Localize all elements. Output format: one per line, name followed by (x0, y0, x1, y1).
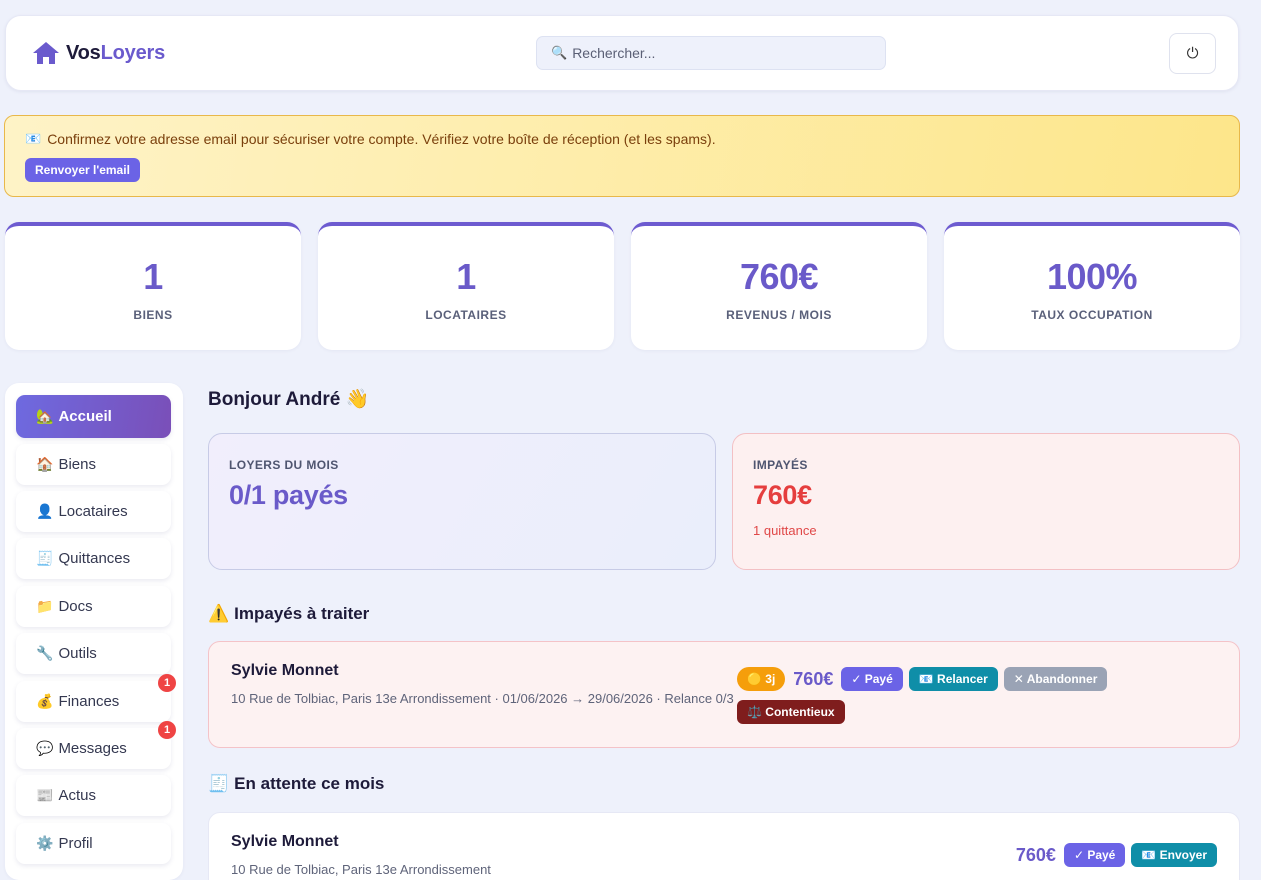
notification-badge: 1 (158, 674, 176, 692)
notification-badge: 1 (158, 721, 176, 739)
sidebar-item-messages[interactable]: 💬 Messages 1 (16, 721, 176, 769)
sidebar-item-label: Outils (58, 645, 97, 662)
banner-message: 📧 Confirmez votre adresse email pour séc… (25, 131, 1219, 147)
abandon-button[interactable]: ✕ Abandonner (1003, 667, 1108, 691)
search-input[interactable] (572, 45, 873, 61)
unpaid-row: Sylvie Monnet 10 Rue de Tolbiac, Paris 1… (208, 641, 1240, 748)
sidebar-item-locataires[interactable]: 👤 Locataires (16, 491, 171, 532)
send-button[interactable]: 📧 Envoyer (1131, 843, 1217, 867)
row-amount: 760€ (793, 668, 834, 689)
logo-text: VosLoyers (66, 41, 165, 64)
card-label: IMPAYÉS (753, 458, 808, 472)
unpaid-actions: 🟡 3j 760€ ✓ Payé 📧 Relancer ✕ Abandonner (737, 667, 1108, 691)
email-icon: 📧 (25, 131, 42, 146)
sidebar-item-profil[interactable]: ⚙️ Profil (16, 823, 171, 864)
pending-actions: 760€ ✓ Payé 📧 Envoyer (1014, 843, 1217, 867)
greeting-title: Bonjour André 👋 (208, 389, 370, 410)
banner-text: Confirmez votre adresse email pour sécur… (47, 131, 716, 147)
warning-icon: ⚠️ (208, 604, 230, 623)
card-value: 0/1 payés (229, 480, 348, 510)
stat-card-biens: 1 BIENS (5, 222, 301, 350)
speech-bubble-icon: 💬 (36, 740, 54, 756)
dispute-actions: ⚖️ Contentieux (737, 700, 845, 724)
sidebar-item-actus[interactable]: 📰 Actus (16, 775, 171, 816)
newspaper-icon: 📰 (36, 787, 54, 803)
mark-paid-button[interactable]: ✓ Payé (1063, 843, 1126, 867)
sidebar-item-label: Finances (58, 693, 120, 710)
sidebar-item-biens[interactable]: 🏠 Biens (16, 444, 171, 485)
tenant-meta: 10 Rue de Tolbiac, Paris 13e Arrondissem… (231, 862, 491, 877)
search-icon: 🔍 (551, 45, 568, 60)
stat-label: TAUX OCCUPATION (1031, 308, 1153, 322)
sidebar-nav: 🏡 Accueil 🏠 Biens 👤 Locataires 🧾 Quittan… (5, 383, 183, 880)
receipt-icon: 🧾 (208, 774, 230, 793)
row-amount: 760€ (1015, 844, 1056, 865)
stat-label: BIENS (133, 308, 173, 322)
stat-value: 1 (143, 256, 163, 297)
house-icon: 🏠 (36, 456, 54, 472)
stat-value: 100% (1046, 256, 1138, 297)
stat-card-locataires: 1 LOCATAIRES (318, 222, 614, 350)
card-value: 760€ (753, 480, 812, 510)
pending-row: Sylvie Monnet 10 Rue de Tolbiac, Paris 1… (208, 812, 1240, 880)
sidebar-item-label: Actus (58, 787, 96, 804)
mark-paid-button[interactable]: ✓ Payé (841, 667, 903, 691)
user-icon: 👤 (36, 503, 54, 519)
section-title-text: En attente ce mois (234, 774, 385, 793)
gear-icon: ⚙️ (36, 835, 54, 851)
top-header: VosLoyers 🔍 ⏻ (5, 15, 1239, 91)
sidebar-item-label: Biens (58, 456, 96, 473)
sidebar-item-label: Messages (58, 740, 127, 757)
tenant-meta: 10 Rue de Tolbiac, Paris 13e Arrondissem… (231, 691, 734, 706)
money-bag-icon: 💰 (36, 693, 54, 709)
remind-button[interactable]: 📧 Relancer (908, 667, 998, 691)
pending-section-title: 🧾 En attente ce mois (208, 774, 384, 794)
resend-email-button[interactable]: Renvoyer l'email (25, 158, 140, 182)
logout-button[interactable]: ⏻ (1169, 33, 1216, 74)
card-label: LOYERS DU MOIS (229, 458, 339, 472)
sidebar-item-label: Profil (58, 835, 93, 852)
sidebar-item-outils[interactable]: 🔧 Outils (16, 633, 171, 674)
home-garden-icon: 🏡 (36, 408, 54, 424)
search-box[interactable]: 🔍 (536, 36, 886, 70)
stat-value: 760€ (739, 256, 819, 297)
stat-card-occupation: 100% TAUX OCCUPATION (944, 222, 1240, 350)
stat-card-revenus: 760€ REVENUS / MOIS (631, 222, 927, 350)
sidebar-item-label: Quittances (58, 550, 131, 567)
power-icon: ⏻ (1186, 45, 1199, 62)
sidebar-item-docs[interactable]: 📁 Docs (16, 586, 171, 627)
house-icon (33, 42, 59, 64)
stat-label: LOCATAIRES (425, 308, 507, 322)
unpaid-section-title: ⚠️ Impayés à traiter (208, 604, 369, 624)
folder-icon: 📁 (36, 598, 54, 614)
rent-summary-card: LOYERS DU MOIS 0/1 payés (208, 433, 716, 570)
receipt-icon: 🧾 (36, 550, 54, 566)
unpaid-summary-card: IMPAYÉS 760€ 1 quittance (732, 433, 1240, 570)
stat-value: 1 (456, 256, 476, 297)
stat-label: REVENUS / MOIS (726, 308, 832, 322)
email-confirm-banner: 📧 Confirmez votre adresse email pour séc… (4, 115, 1240, 197)
sidebar-item-label: Accueil (58, 408, 112, 425)
dispute-button[interactable]: ⚖️ Contentieux (737, 700, 845, 724)
sidebar-item-quittances[interactable]: 🧾 Quittances (16, 538, 171, 579)
wrench-icon: 🔧 (36, 645, 54, 661)
days-late-badge: 🟡 3j (737, 667, 786, 691)
section-title-text: Impayés à traiter (234, 604, 370, 623)
sidebar-item-label: Docs (58, 598, 93, 615)
sidebar-item-label: Locataires (58, 503, 128, 520)
sidebar-item-finances[interactable]: 💰 Finances 1 (16, 674, 176, 722)
sidebar-item-accueil[interactable]: 🏡 Accueil (16, 395, 171, 438)
card-subtext: 1 quittance (753, 523, 817, 538)
app-logo[interactable]: VosLoyers (32, 40, 165, 66)
